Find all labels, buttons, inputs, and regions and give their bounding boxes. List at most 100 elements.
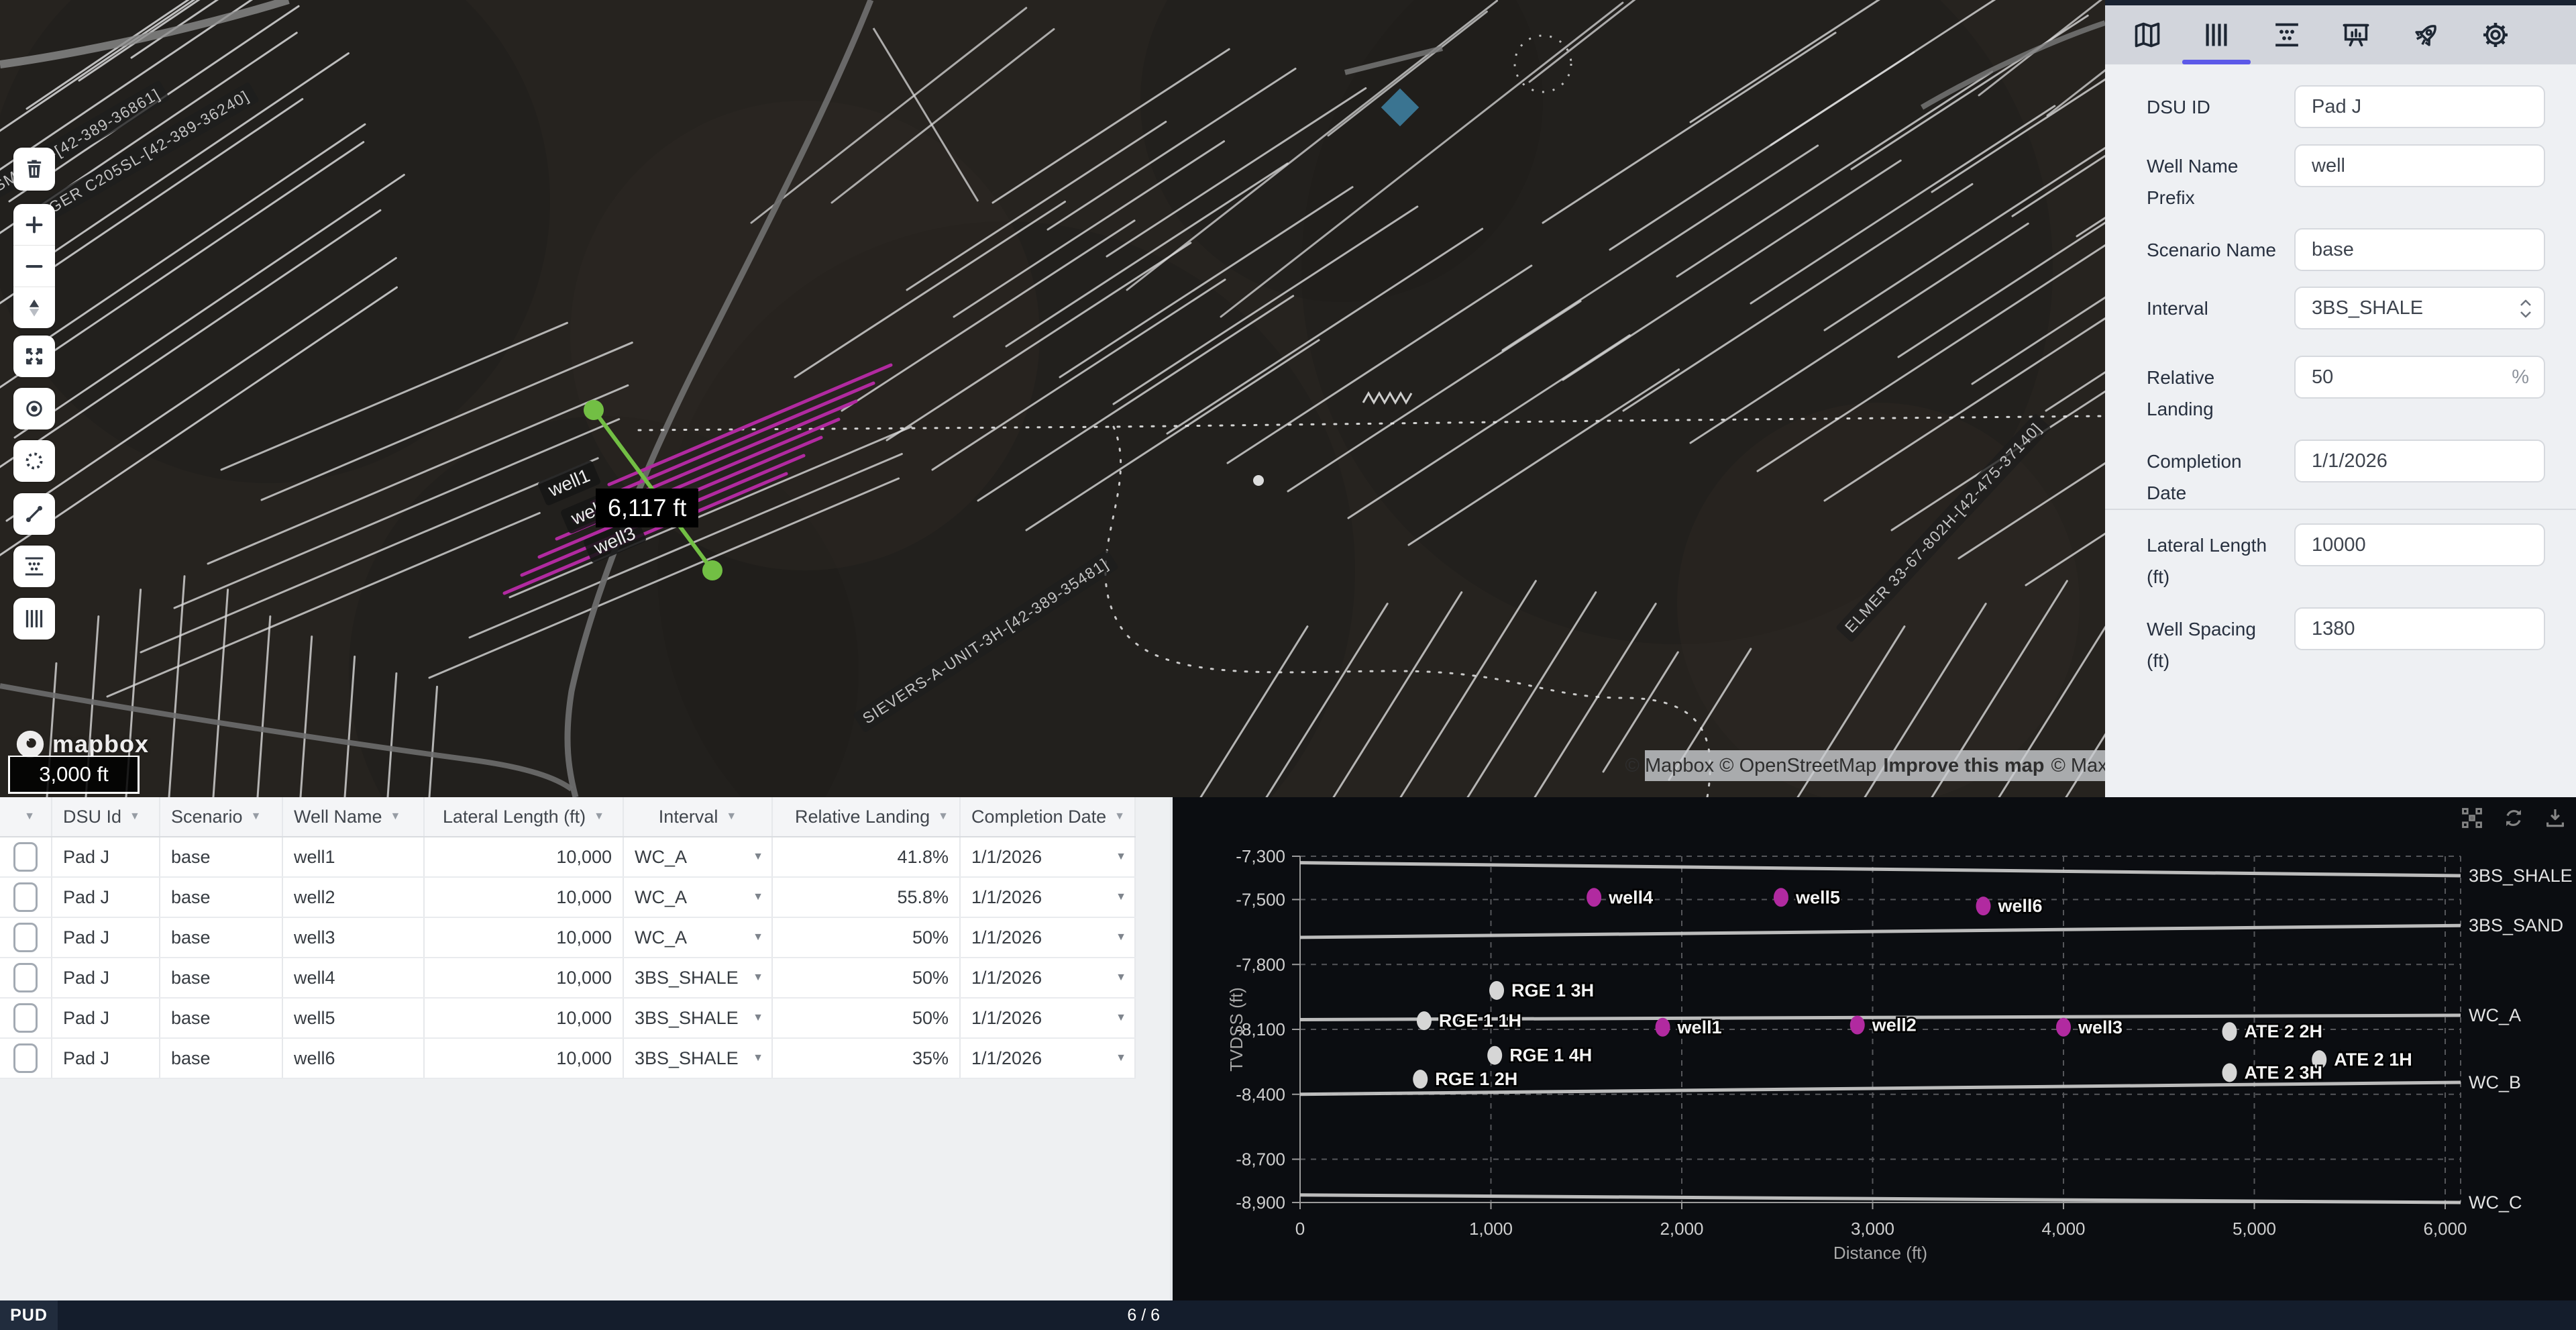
cell-dsu-id: Pad J [52, 999, 160, 1037]
chart-point[interactable] [2222, 1022, 2237, 1041]
x-tick-label: 1,000 [1469, 1219, 1513, 1239]
expand-button[interactable] [13, 336, 55, 377]
chart-point[interactable] [1413, 1070, 1428, 1088]
x-tick-label: 0 [1295, 1219, 1305, 1239]
chart-point[interactable] [1976, 897, 1991, 915]
row-checkbox[interactable] [13, 842, 38, 872]
select-all-header[interactable]: ▼ [0, 797, 52, 836]
tab-settings[interactable] [2461, 5, 2530, 64]
row-checkbox[interactable] [13, 1043, 38, 1073]
dsu-id-input[interactable]: Pad J [2294, 85, 2545, 128]
horizon-label: WC_B [2469, 1072, 2521, 1092]
chart-point[interactable] [1417, 1011, 1432, 1030]
row-checkbox[interactable] [13, 1003, 38, 1033]
chart-toolbar [2459, 805, 2568, 831]
cell-dropdown-icon[interactable]: ▼ [753, 1052, 763, 1064]
cell-dropdown-icon[interactable]: ▼ [753, 931, 763, 943]
tab-section[interactable] [2252, 5, 2322, 64]
tab-map[interactable] [2112, 5, 2182, 64]
cell-dropdown-icon[interactable]: ▼ [753, 972, 763, 984]
chart-refresh-button[interactable] [2501, 805, 2526, 831]
cell-dropdown-icon[interactable]: ▼ [1116, 851, 1126, 863]
table-row[interactable]: Pad Jbasewell210,000WC_A▼55.8%1/1/2026▼ [0, 878, 1136, 918]
table-row[interactable]: Pad Jbasewell410,0003BS_SHALE▼50%1/1/202… [0, 958, 1136, 999]
lateral-length-ft-input[interactable]: 10000 [2294, 523, 2545, 566]
compass-button[interactable] [13, 287, 55, 328]
scenario-name-input[interactable]: base [2294, 228, 2545, 271]
tab-presentation[interactable] [2321, 5, 2391, 64]
completion-date-input[interactable]: 1/1/2026 [2294, 440, 2545, 482]
measure-button[interactable] [13, 493, 55, 535]
target-circle-button[interactable] [13, 388, 55, 429]
mode-badge[interactable]: PUD [0, 1300, 58, 1330]
chart-point[interactable] [1774, 888, 1788, 907]
cell-value: 10,000 [556, 1048, 612, 1069]
cell-well-name: well5 [283, 999, 425, 1037]
cell-dropdown-icon[interactable]: ▼ [1116, 1052, 1126, 1064]
lasso-select-button[interactable] [13, 440, 55, 482]
chart-point[interactable] [1850, 1016, 1865, 1035]
gun-barrel-view-button[interactable] [13, 598, 55, 640]
cell-dropdown-icon[interactable]: ▼ [1116, 891, 1126, 903]
tab-rocket[interactable] [2392, 5, 2461, 64]
column-header-interval[interactable]: Interval▼ [624, 797, 773, 836]
chart-cluster-button[interactable] [2459, 805, 2485, 831]
checkbox-cell [0, 1039, 52, 1078]
row-checkbox[interactable] [13, 882, 38, 912]
zoom-out-button[interactable] [13, 246, 55, 287]
cell-dropdown-icon[interactable]: ▼ [753, 891, 763, 903]
table-header-row: ▼DSU Id▼Scenario▼Well Name▼Lateral Lengt… [0, 797, 1136, 837]
x-tick-label: 6,000 [2423, 1219, 2467, 1239]
chart-point[interactable] [1487, 1046, 1502, 1065]
zoom-in-button[interactable] [13, 204, 55, 246]
chart-point[interactable] [1587, 888, 1601, 907]
cell-dropdown-icon[interactable]: ▼ [1116, 1012, 1126, 1024]
table-row[interactable]: Pad Jbasewell510,0003BS_SHALE▼50%1/1/202… [0, 999, 1136, 1039]
cell-dropdown-icon[interactable]: ▼ [753, 1012, 763, 1024]
column-header-relative-landing[interactable]: Relative Landing ▼ [773, 797, 961, 836]
column-header-completion-date[interactable]: Completion Date▼ [961, 797, 1136, 836]
column-menu-icon[interactable]: ▼ [594, 811, 604, 823]
column-header-well-name[interactable]: Well Name▼ [283, 797, 425, 836]
tab-gun-barrel[interactable] [2182, 5, 2251, 64]
column-header-scenario[interactable]: Scenario▼ [160, 797, 283, 836]
table-row[interactable]: Pad Jbasewell610,0003BS_SHALE▼35%1/1/202… [0, 1039, 1136, 1079]
cell-value: well5 [294, 1008, 335, 1029]
column-header-label: Relative Landing [795, 807, 930, 827]
cell-lateral-length-ft-: 10,000 [425, 878, 624, 917]
chart-point[interactable] [1656, 1018, 1670, 1037]
table-row[interactable]: Pad Jbasewell310,000WC_A▼50%1/1/2026▼ [0, 918, 1136, 958]
column-menu-icon[interactable]: ▼ [129, 811, 140, 823]
column-menu-icon[interactable]: ▼ [24, 811, 35, 823]
table-row[interactable]: Pad Jbasewell110,000WC_A▼41.8%1/1/2026▼ [0, 837, 1136, 878]
column-menu-icon[interactable]: ▼ [726, 811, 737, 823]
delete-button[interactable] [13, 148, 55, 191]
chart-point[interactable] [1489, 981, 1504, 1000]
column-header-lateral-length-ft-[interactable]: Lateral Length (ft)▼ [425, 797, 624, 836]
map-attribution: © Mapbox © OpenStreetMap Improve this ma… [1645, 750, 2105, 781]
interval-input[interactable]: 3BS_SHALE [2294, 287, 2545, 329]
cell-dropdown-icon[interactable]: ▼ [1116, 931, 1126, 943]
cell-value: 50% [912, 1008, 949, 1029]
cell-dropdown-icon[interactable]: ▼ [753, 851, 763, 863]
cell-value: well6 [294, 1048, 335, 1069]
cell-relative-landing: 50% [773, 958, 961, 997]
column-header-dsu-id[interactable]: DSU Id▼ [52, 797, 160, 836]
row-checkbox[interactable] [13, 923, 38, 952]
chart-download-button[interactable] [2542, 805, 2568, 831]
column-menu-icon[interactable]: ▼ [938, 811, 949, 823]
well-spacing-ft-input[interactable]: 1380 [2294, 607, 2545, 650]
relative-landing-input[interactable]: 50% [2294, 356, 2545, 399]
chart-point[interactable] [2056, 1018, 2071, 1037]
map-canvas[interactable]: SMR 8H-[42-389-36861]GER C205SL-[42-389-… [0, 0, 2105, 797]
active-tab-indicator [2182, 60, 2251, 64]
improve-map-link[interactable]: Improve this map [1883, 755, 2044, 777]
well-name-prefix-input[interactable]: well [2294, 144, 2545, 187]
chart-point[interactable] [2222, 1064, 2237, 1082]
cell-dropdown-icon[interactable]: ▼ [1116, 972, 1126, 984]
section-view-button[interactable] [13, 546, 55, 587]
column-menu-icon[interactable]: ▼ [251, 811, 262, 823]
row-checkbox[interactable] [13, 963, 38, 992]
column-menu-icon[interactable]: ▼ [1114, 811, 1125, 823]
column-menu-icon[interactable]: ▼ [390, 811, 401, 823]
